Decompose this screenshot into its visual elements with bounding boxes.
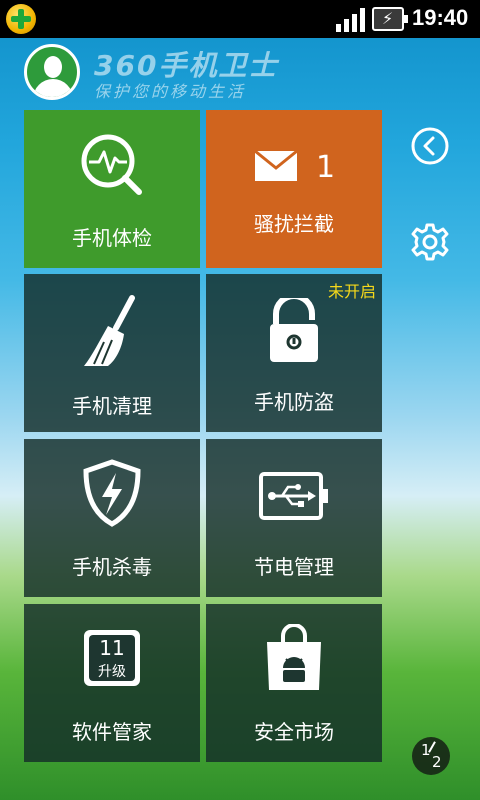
usb-battery-icon bbox=[259, 472, 328, 520]
status-badge: 未开启 bbox=[327, 282, 376, 301]
tile-label: 手机体检 bbox=[72, 226, 152, 250]
signal-strength-icon bbox=[336, 8, 366, 32]
360-app-notification-icon[interactable] bbox=[6, 4, 36, 34]
status-bar: ⚡ 19:40 bbox=[0, 0, 480, 38]
tile-label: 安全市场 bbox=[254, 720, 334, 744]
total-pages: 2 bbox=[432, 753, 442, 771]
user-avatar[interactable] bbox=[24, 44, 80, 100]
tile-label: 节电管理 bbox=[254, 555, 334, 579]
gear-icon[interactable] bbox=[410, 222, 450, 262]
tile-label: 软件管家 bbox=[72, 720, 152, 744]
unlocked-padlock-icon bbox=[270, 298, 318, 362]
tile-label: 手机清理 bbox=[72, 394, 152, 418]
shopping-bag-android-icon bbox=[267, 624, 321, 690]
envelope-icon bbox=[254, 150, 298, 181]
back-circle-icon[interactable] bbox=[410, 126, 450, 166]
tile-label: 手机杀毒 bbox=[72, 555, 152, 579]
tile-phone-checkup[interactable]: 手机体检 bbox=[24, 110, 200, 268]
broom-icon bbox=[84, 295, 135, 366]
status-time: 19:40 bbox=[412, 5, 469, 30]
tile-software-manager[interactable]: 11 升级 软件管家 bbox=[24, 604, 200, 762]
tile-harassment-block[interactable]: 1 骚扰拦截 bbox=[206, 110, 382, 268]
update-text: 升级 bbox=[98, 664, 126, 680]
app-update-icon: 11 升级 bbox=[84, 630, 140, 686]
tile-security-market[interactable]: 安全市场 bbox=[206, 604, 382, 762]
tile-antivirus[interactable]: 手机杀毒 bbox=[24, 439, 200, 597]
battery-charging-icon: ⚡ bbox=[372, 7, 408, 31]
tile-anti-theft[interactable]: 未开启 手机防盗 bbox=[206, 274, 382, 432]
blocked-count: 1 bbox=[316, 150, 336, 185]
page-indicator[interactable]: 1 2 bbox=[412, 737, 450, 775]
app-slogan: 保护您的移动生活 bbox=[94, 82, 247, 101]
tile-label: 手机防盗 bbox=[254, 390, 334, 414]
tile-phone-cleanup[interactable]: 手机清理 bbox=[24, 274, 200, 432]
update-count: 11 bbox=[99, 636, 125, 660]
tile-label: 骚扰拦截 bbox=[254, 212, 334, 236]
tile-power-saving[interactable]: 节电管理 bbox=[206, 439, 382, 597]
health-check-icon bbox=[81, 134, 142, 195]
shield-lightning-icon bbox=[83, 459, 141, 527]
